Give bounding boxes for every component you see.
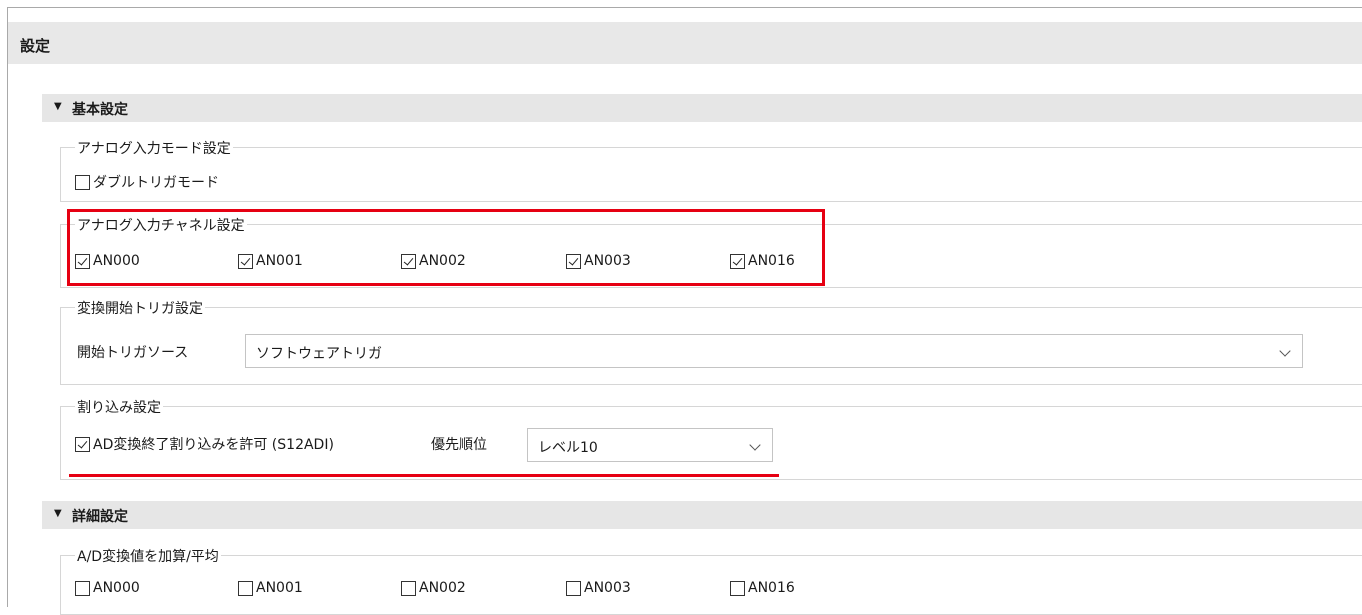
section-detail-header[interactable]: ▼ 詳細設定 [42,501,1362,529]
settings-title-bar: 設定 [8,22,1362,64]
checkbox-box [238,580,253,596]
channel-label: AN002 [419,580,466,596]
avg-checkbox-an000[interactable]: AN000 [75,580,140,596]
checkbox-box [75,174,90,190]
channel-label: AN000 [93,580,140,596]
interrupt-enable-checkbox[interactable]: AD変換終了割り込みを許可 (S12ADI) [75,434,334,454]
priority-value: レベル10 [538,440,598,456]
checkbox-box [566,580,581,596]
interrupt-enable-label: AD変換終了割り込みを許可 (S12ADI) [93,437,334,453]
page-title: 設定 [20,37,51,55]
checkbox-box [401,580,416,596]
avg-checkbox-an003[interactable]: AN003 [566,580,631,596]
highlight-box [67,209,825,286]
section-detail-label: 詳細設定 [72,509,128,525]
checkbox-box [730,580,745,596]
chevron-down-icon [749,439,761,451]
priority-select[interactable]: レベル10 [527,428,773,462]
highlight-underline [69,474,779,477]
group-interrupt-legend: 割り込み設定 [75,397,163,417]
group-add-average-legend: A/D変換値を加算/平均 [75,546,221,566]
chevron-down-icon [1279,345,1291,357]
avg-checkbox-an016[interactable]: AN016 [730,580,795,596]
group-trigger-legend: 変換開始トリガ設定 [75,298,205,318]
checkbox-box [75,436,90,452]
channel-label: AN001 [256,580,303,596]
group-analog-mode-legend: アナログ入力モード設定 [75,138,233,158]
collapse-triangle-icon: ▼ [54,101,62,112]
avg-checkbox-an001[interactable]: AN001 [238,580,303,596]
channel-label: AN003 [584,580,631,596]
avg-checkbox-an002[interactable]: AN002 [401,580,466,596]
group-analog-mode: アナログ入力モード設定 [60,138,1362,202]
trigger-source-label: 開始トリガソース [77,345,189,361]
collapse-triangle-icon: ▼ [54,508,62,519]
trigger-source-select[interactable]: ソフトウェアトリガ [245,334,1303,368]
section-basic-header[interactable]: ▼ 基本設定 [42,94,1362,122]
trigger-source-value: ソフトウェアトリガ [256,346,382,362]
checkbox-box [75,580,90,596]
section-basic-label: 基本設定 [72,102,128,118]
priority-label: 優先順位 [431,437,487,453]
double-trigger-checkbox[interactable]: ダブルトリガモード [75,172,219,192]
double-trigger-label: ダブルトリガモード [93,175,219,191]
channel-label: AN016 [748,580,795,596]
